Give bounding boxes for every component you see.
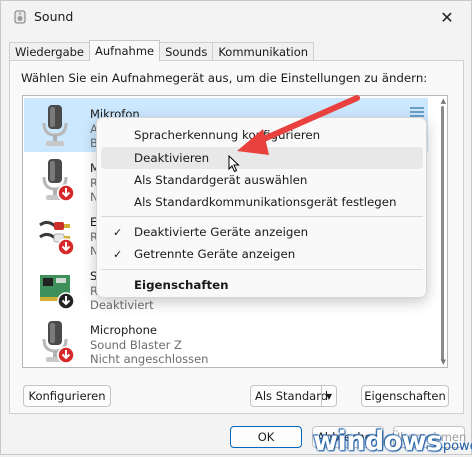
menu-item-disable[interactable]: Deaktivieren [101, 147, 423, 169]
title-bar: Sound ✕ [1, 1, 471, 33]
scroll-down-icon[interactable]: ▼ [441, 358, 446, 366]
menu-item-label: Eigenschaften [134, 278, 229, 292]
instruction-text: Wählen Sie ein Aufnahmegerät aus, um die… [21, 71, 428, 85]
menu-item-label: Deaktivieren [134, 151, 210, 165]
menu-item-label: Als Standardkommunikationsgerät festlege… [134, 195, 397, 209]
close-button[interactable]: ✕ [429, 3, 465, 31]
sound-dialog: Sound ✕ Wiedergabe Aufnahme Sounds Kommu… [0, 0, 472, 457]
menu-separator [101, 269, 423, 270]
watermark-main: windows [313, 426, 442, 457]
microphone-icon [42, 321, 74, 364]
rca-cable-icon [39, 220, 74, 256]
menu-item-show-disabled[interactable]: ✓ Deaktivierte Geräte anzeigen [101, 221, 423, 243]
device-item-microphone[interactable]: Microphone Sound Blaster Z Nicht angesch… [24, 314, 428, 367]
menu-item-show-disconnected[interactable]: ✓ Getrennte Geräte anzeigen [101, 243, 423, 265]
checkmark-icon: ✓ [113, 247, 123, 261]
tab-bar: Wiedergabe Aufnahme Sounds Kommunikation [9, 40, 315, 61]
device-status: Nicht angeschlossen [90, 352, 209, 366]
configure-button[interactable]: Konfigurieren [23, 385, 111, 407]
set-default-label: Als Standard [255, 389, 329, 403]
tab-sounds[interactable]: Sounds [159, 42, 214, 61]
menu-item-label: Getrennte Geräte anzeigen [134, 247, 296, 261]
sound-card-icon [40, 275, 74, 310]
menu-item-speech-recognition[interactable]: Spracherkennung konfigurieren [101, 124, 423, 146]
device-description: Sound Blaster Z [90, 338, 182, 352]
menu-item-label: Deaktivierte Geräte anzeigen [134, 225, 309, 239]
mouse-cursor-icon [228, 155, 240, 173]
window-title: Sound [34, 9, 74, 24]
menu-item-label: Spracherkennung konfigurieren [134, 128, 321, 142]
menu-item-set-default-device[interactable]: Als Standardgerät auswählen [101, 169, 423, 191]
menu-item-set-default-communication[interactable]: Als Standardkommunikationsgerät festlege… [101, 191, 423, 213]
scroll-up-icon[interactable]: ▲ [441, 97, 446, 105]
tab-wiedergabe[interactable]: Wiedergabe [9, 42, 91, 61]
tab-kommunikation[interactable]: Kommunikation [212, 42, 315, 61]
menu-item-label: Als Standardgerät auswählen [134, 173, 308, 187]
ok-button[interactable]: OK [230, 426, 302, 448]
checkmark-icon: ✓ [113, 225, 123, 239]
set-default-button[interactable]: Als Standard ▼ [250, 385, 337, 407]
list-scrollbar[interactable] [441, 106, 444, 361]
watermark-logo: windows power. [313, 426, 472, 457]
device-status: Deaktiviert [90, 298, 154, 312]
properties-button[interactable]: Eigenschaften [361, 385, 449, 407]
context-menu: Spracherkennung konfigurieren Deaktivier… [96, 117, 427, 298]
microphone-icon [42, 105, 68, 146]
menu-separator [101, 216, 423, 217]
speaker-icon [14, 10, 26, 24]
menu-item-properties[interactable]: Eigenschaften [101, 274, 423, 296]
watermark-sub: power. [442, 439, 472, 454]
tab-aufnahme[interactable]: Aufnahme [89, 40, 161, 61]
device-name: Microphone [90, 323, 157, 337]
microphone-icon [42, 159, 74, 202]
chevron-down-icon[interactable]: ▼ [321, 386, 336, 406]
